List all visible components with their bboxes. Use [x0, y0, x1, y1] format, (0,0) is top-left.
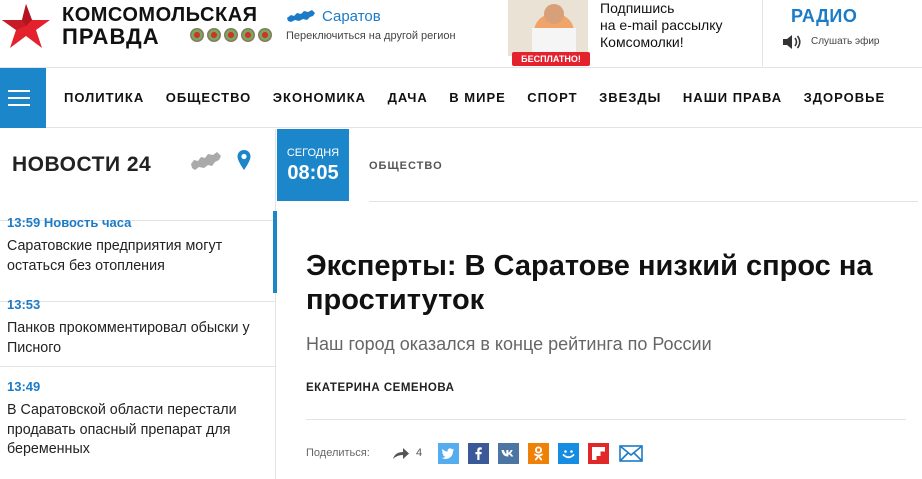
mailru-icon[interactable] [558, 443, 579, 464]
radio-title[interactable]: РАДИО [791, 6, 857, 27]
news24-title[interactable]: НОВОСТИ 24 [12, 153, 151, 177]
menu-bar [8, 97, 30, 99]
news-headline-link[interactable]: В Саратовской области перестали продават… [7, 401, 269, 460]
logo-star-icon[interactable] [0, 2, 52, 50]
order-icon [241, 28, 255, 42]
nav-item-society[interactable]: ОБЩЕСТВО [166, 90, 252, 105]
main-navigation: ПОЛИТИКА ОБЩЕСТВО ЭКОНОМИКА ДАЧА В МИРЕ … [0, 68, 922, 128]
news-separator [0, 366, 276, 367]
category-divider [369, 201, 918, 202]
logo-text-line2[interactable]: ПРАВДА [62, 24, 160, 50]
speaker-icon[interactable] [781, 33, 803, 51]
share-count: 4 [416, 447, 423, 459]
orders-icons [190, 28, 272, 44]
subscribe-line1: Подпишись [600, 0, 675, 16]
nav-item-dacha[interactable]: ДАЧА [388, 90, 428, 105]
publish-time: 08:05 [287, 162, 339, 184]
site-header: КОМСОМОЛЬСКАЯ ПРАВДА Саратов Переключить… [0, 0, 922, 68]
article-category-link[interactable]: ОБЩЕСТВО [369, 160, 443, 172]
today-time-badge: СЕГОДНЯ 08:05 [277, 129, 349, 201]
order-icon [207, 28, 221, 42]
radio-widget[interactable]: РАДИО Слушать эфир [762, 0, 922, 66]
news-headline-link[interactable]: Саратовские предприятия могут остаться б… [7, 237, 269, 276]
subscribe-line2: на e-mail рассылку [600, 17, 723, 33]
location-pin-icon[interactable] [236, 149, 252, 171]
russia-map-icon[interactable] [190, 151, 222, 171]
newsletter-promo-image[interactable]: БЕСПЛАТНО! [500, 0, 592, 66]
twitter-icon[interactable] [438, 443, 459, 464]
nav-items: ПОЛИТИКА ОБЩЕСТВО ЭКОНОМИКА ДАЧА В МИРЕ … [64, 90, 907, 105]
author-divider [306, 419, 906, 420]
free-badge: БЕСПЛАТНО! [512, 52, 590, 66]
email-icon[interactable] [619, 443, 643, 464]
promo-photo [508, 0, 588, 56]
news-time: 13:53 [7, 297, 41, 312]
order-icon [190, 28, 204, 42]
today-label: СЕГОДНЯ [286, 147, 340, 159]
order-icon [224, 28, 238, 42]
news24-sidebar: НОВОСТИ 24 13:59 Новость часа Саратовски… [0, 129, 277, 479]
nav-item-rights[interactable]: НАШИ ПРАВА [683, 90, 782, 105]
menu-bar [8, 90, 30, 92]
menu-bar [8, 104, 30, 106]
news-time: 13:59 Новость часа [7, 215, 132, 230]
region-name-link[interactable]: Саратов [322, 8, 381, 25]
order-icon [258, 28, 272, 42]
newsletter-subscribe-link[interactable]: Подпишись на e-mail рассылку Комсомолки! [600, 0, 750, 51]
nav-item-health[interactable]: ЗДОРОВЬЕ [804, 90, 886, 105]
promo-figure-head [544, 4, 564, 24]
news-headline-link[interactable]: Панков прокомментировал обыски у Писного [7, 319, 269, 358]
article-subtitle: Наш город оказался в конце рейтинга по Р… [306, 334, 712, 354]
nav-item-politics[interactable]: ПОЛИТИКА [64, 90, 144, 105]
news-time: 13:49 [7, 379, 41, 394]
facebook-icon[interactable] [468, 443, 489, 464]
radio-listen-link[interactable]: Слушать эфир [811, 36, 879, 47]
nav-item-world[interactable]: В МИРЕ [449, 90, 506, 105]
russia-map-icon [287, 10, 315, 22]
article-headline: Эксперты: В Саратове низкий спрос на про… [306, 250, 873, 316]
flipboard-icon[interactable] [588, 443, 609, 464]
nav-item-sport[interactable]: СПОРТ [527, 90, 577, 105]
share-label: Поделиться: [306, 447, 370, 459]
article-author-link[interactable]: ЕКАТЕРИНА СЕМЕНОВА [306, 382, 454, 394]
subscribe-line3: Комсомолки! [600, 34, 684, 50]
nav-item-stars[interactable]: ЗВЕЗДЫ [599, 90, 661, 105]
menu-icon[interactable] [0, 68, 46, 128]
vk-icon[interactable] [498, 443, 519, 464]
share-arrow-icon [393, 448, 409, 459]
news-separator [0, 301, 276, 302]
nav-item-economy[interactable]: ЭКОНОМИКА [273, 90, 366, 105]
region-switch-link[interactable]: Переключиться на другой регион [286, 30, 456, 42]
odnoklassniki-icon[interactable] [528, 443, 549, 464]
